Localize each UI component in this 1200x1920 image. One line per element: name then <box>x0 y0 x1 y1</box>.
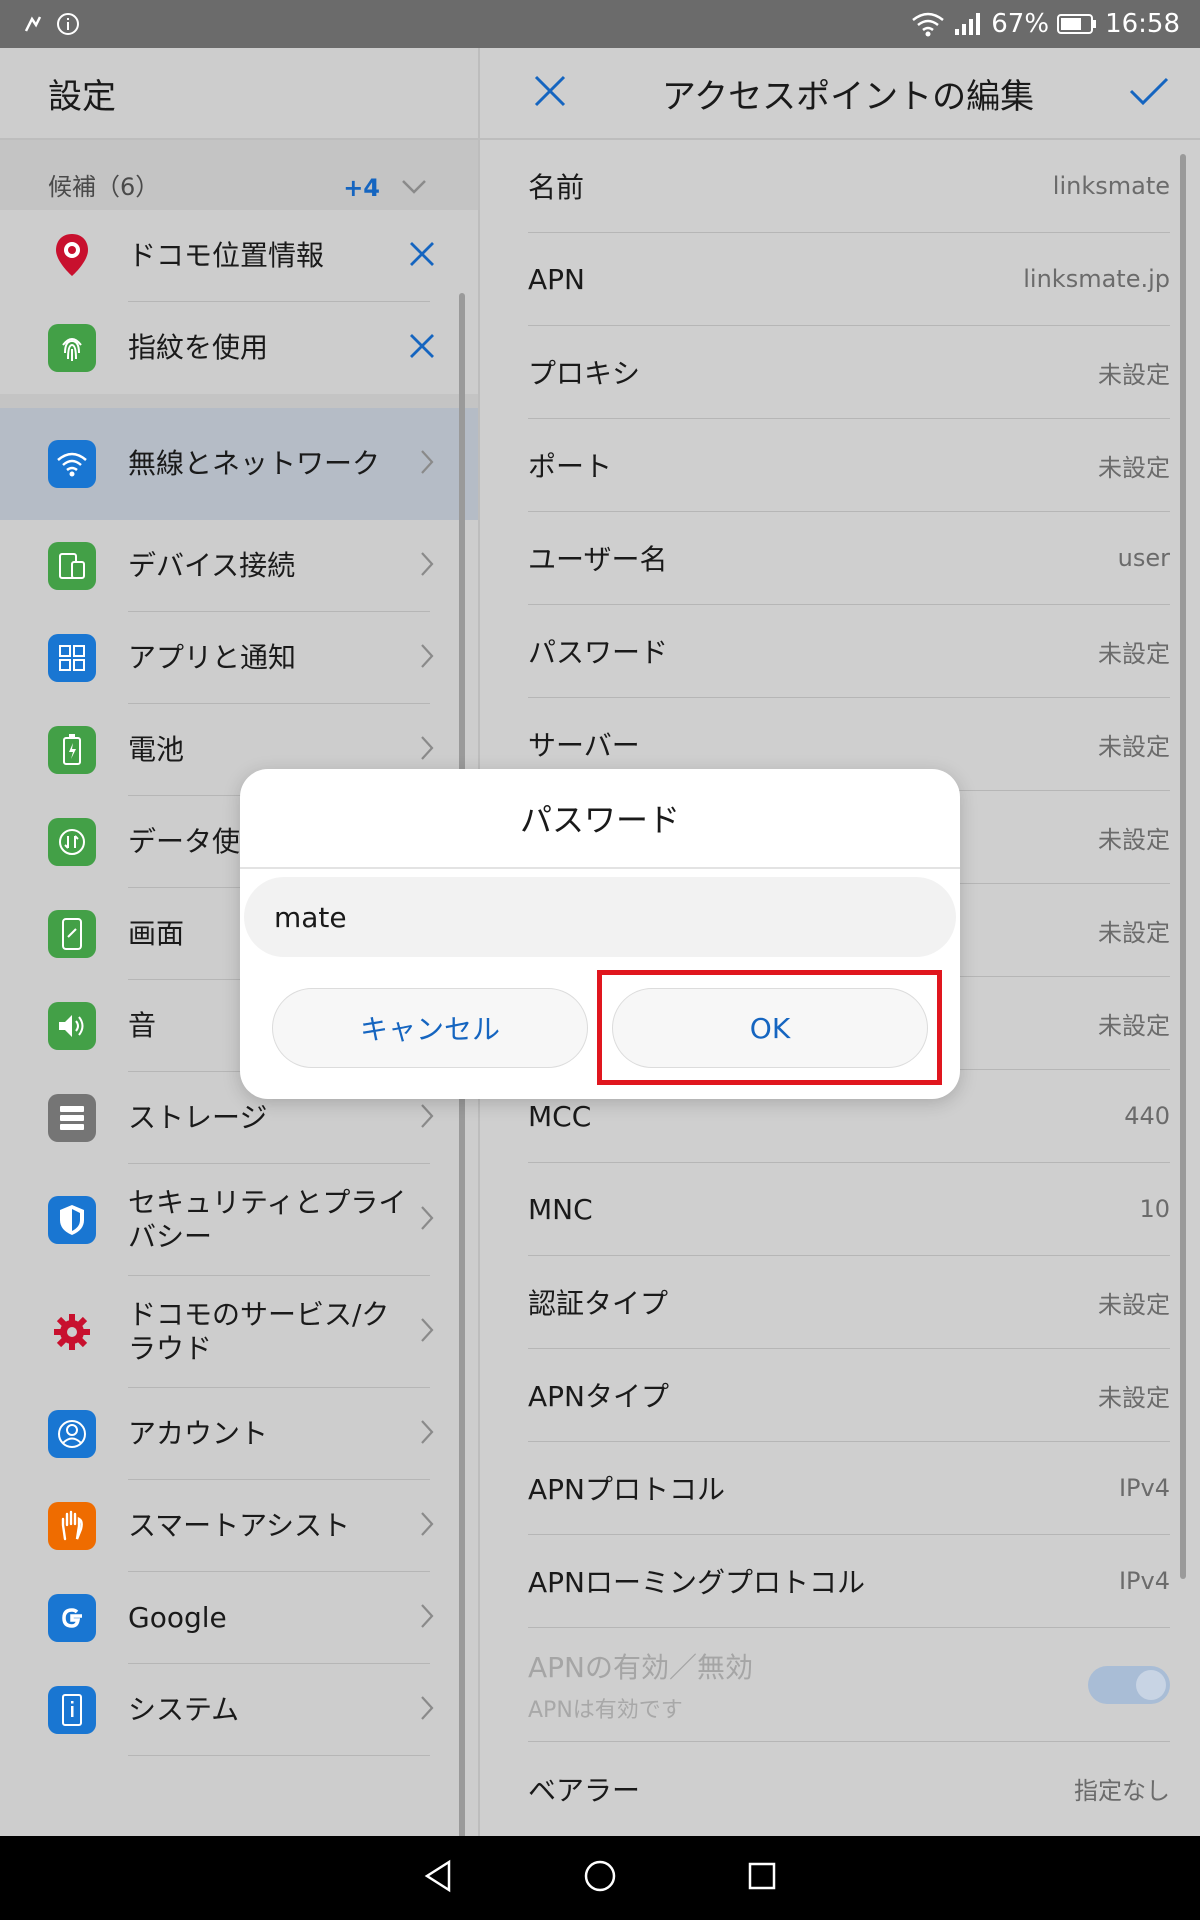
info-icon <box>56 12 80 36</box>
apn-field-auth-type[interactable]: 認証タイプ 未設定 <box>528 1256 1170 1349</box>
apn-field-bearer[interactable]: ベアラー 指定なし <box>528 1742 1170 1835</box>
right-scrollbar[interactable] <box>1180 154 1186 1579</box>
wifi-icon <box>48 440 96 488</box>
storage-icon <box>48 1094 96 1142</box>
apn-edit-header: アクセスポイントの編集 <box>480 48 1200 140</box>
account-icon <box>48 1410 96 1458</box>
apn-field-apn-type[interactable]: APNタイプ 未設定 <box>528 1349 1170 1442</box>
settings-title: 設定 <box>0 48 478 140</box>
close-icon[interactable] <box>532 73 568 113</box>
check-icon[interactable] <box>1128 75 1170 111</box>
sound-icon <box>48 1002 96 1050</box>
back-icon[interactable] <box>423 1859 453 1897</box>
system-info-icon <box>48 1686 96 1734</box>
chevron-right-icon <box>420 1317 434 1347</box>
data-usage-icon <box>48 818 96 866</box>
chevron-right-icon <box>420 449 434 479</box>
apn-enable-switch[interactable] <box>1088 1665 1170 1704</box>
apn-field-port[interactable]: ポート 未設定 <box>528 419 1170 512</box>
shield-icon <box>48 1196 96 1244</box>
chevron-right-icon <box>420 735 434 765</box>
chevron-right-icon <box>420 643 434 673</box>
chevron-down-icon[interactable] <box>400 174 428 202</box>
dismiss-icon[interactable] <box>408 332 436 364</box>
chevron-right-icon <box>420 1603 434 1633</box>
apn-enable-label: APNの有効／無効 <box>528 1650 753 1684</box>
home-icon[interactable] <box>583 1859 617 1897</box>
password-input[interactable] <box>244 877 956 957</box>
chevron-right-icon <box>420 551 434 581</box>
apn-field-apn-protocol[interactable]: APNプロトコル IPv4 <box>528 1442 1170 1535</box>
display-icon <box>48 910 96 958</box>
chevron-right-icon <box>420 1419 434 1449</box>
recents-icon[interactable] <box>747 1861 777 1895</box>
highlight-box <box>597 970 942 1085</box>
chevron-right-icon <box>420 1695 434 1725</box>
hand-icon <box>48 1502 96 1550</box>
apn-field-name[interactable]: 名前 linksmate <box>528 140 1170 233</box>
battery-percent: 67% <box>991 9 1050 39</box>
apn-field-username[interactable]: ユーザー名 user <box>528 512 1170 605</box>
cell-signal-icon <box>953 11 983 37</box>
apn-enable-sub: APNは有効です <box>528 1697 683 1723</box>
apn-field-password[interactable]: パスワード 未設定 <box>528 605 1170 698</box>
settings-item-smart-assist[interactable]: スマートアシスト <box>0 1480 478 1572</box>
settings-item-google[interactable]: Google <box>0 1572 478 1664</box>
docomo-location-icon <box>48 232 96 280</box>
status-bar: 67% 16:58 <box>0 0 1200 48</box>
battery-icon <box>48 726 96 774</box>
suggestions-header[interactable]: 候補（6） +4 <box>0 140 478 210</box>
suggestion-docomo-location[interactable]: ドコモ位置情報 <box>0 210 478 302</box>
apn-enable-toggle-row[interactable]: APNの有効／無効 APNは有効です <box>528 1628 1170 1742</box>
apn-field-mnc[interactable]: MNC 10 <box>528 1163 1170 1256</box>
apps-grid-icon <box>48 634 96 682</box>
settings-item-apps-notifications[interactable]: アプリと通知 <box>0 612 478 704</box>
chevron-right-icon <box>420 1205 434 1235</box>
chevron-right-icon <box>420 1103 434 1133</box>
chevron-right-icon <box>420 1511 434 1541</box>
wifi-signal-icon <box>911 11 945 37</box>
battery-icon <box>1057 13 1097 35</box>
settings-item-device-connection[interactable]: デバイス接続 <box>0 520 478 612</box>
docomo-gear-icon <box>48 1308 96 1356</box>
page-title: アクセスポイントの編集 <box>661 76 1035 117</box>
clock: 16:58 <box>1105 9 1180 39</box>
notification-icon <box>22 13 42 35</box>
settings-item-account[interactable]: アカウント <box>0 1388 478 1480</box>
settings-item-docomo-service-cloud[interactable]: ドコモのサービス/クラウド <box>0 1276 478 1388</box>
settings-item-system[interactable]: システム <box>0 1664 478 1756</box>
cancel-button[interactable]: キャンセル <box>272 988 588 1068</box>
dialog-title: パスワード <box>240 769 960 869</box>
device-connection-icon <box>48 542 96 590</box>
fingerprint-icon <box>48 324 96 372</box>
suggestion-fingerprint[interactable]: 指紋を使用 <box>0 302 478 394</box>
apn-field-apn[interactable]: APN linksmate.jp <box>528 233 1170 326</box>
settings-item-security-privacy[interactable]: セキュリティとプライバシー <box>0 1164 478 1276</box>
settings-item-wireless-network[interactable]: 無線とネットワーク <box>0 408 478 520</box>
suggestions-more-count: +4 <box>343 174 380 202</box>
navigation-bar <box>0 1836 1200 1920</box>
apn-field-roaming-protocol[interactable]: APNローミングプロトコル IPv4 <box>528 1535 1170 1628</box>
suggestions-label: 候補（6） <box>48 173 160 201</box>
dismiss-icon[interactable] <box>408 240 436 272</box>
apn-field-proxy[interactable]: プロキシ 未設定 <box>528 326 1170 419</box>
google-icon <box>48 1594 96 1642</box>
